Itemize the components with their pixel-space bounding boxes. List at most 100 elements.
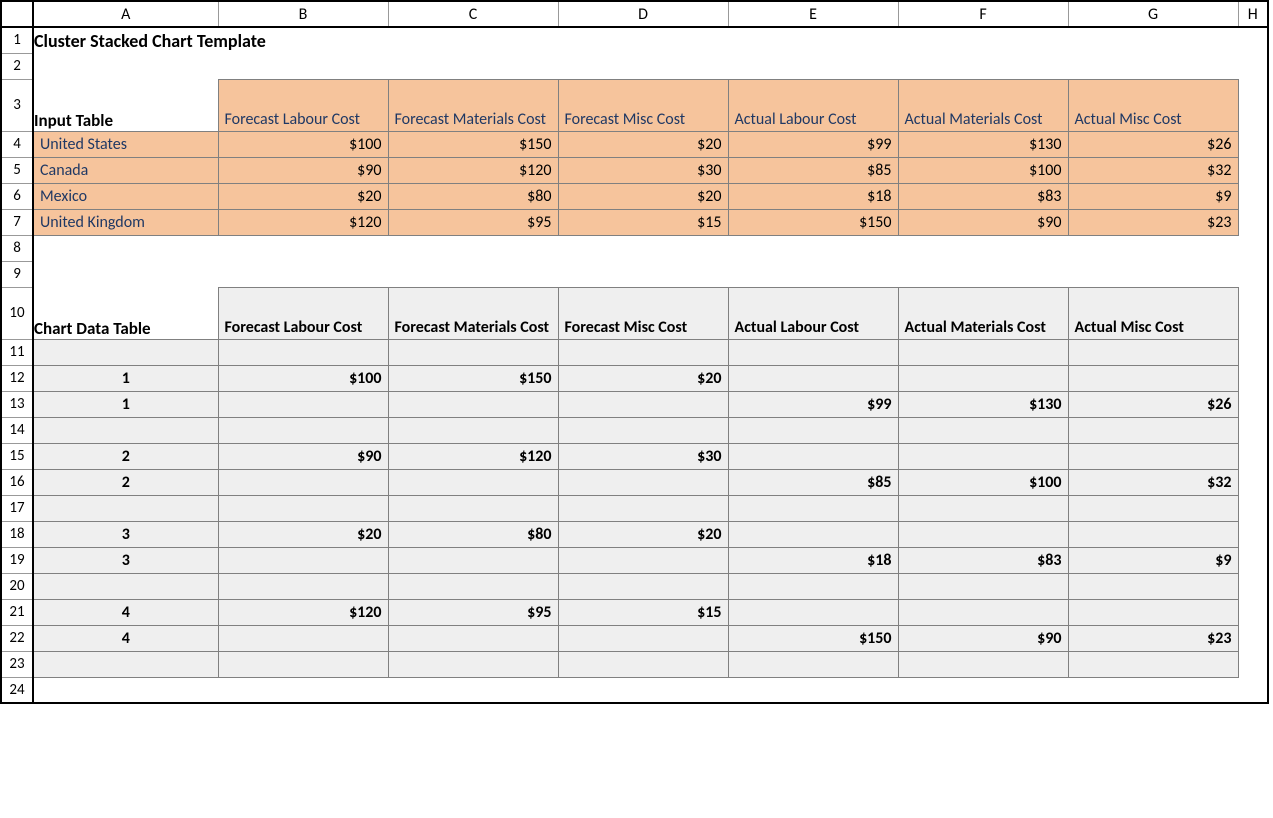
input-value[interactable]: $80 [388, 183, 558, 209]
row-header-16[interactable]: 16 [1, 469, 33, 495]
input-value[interactable]: $95 [388, 209, 558, 235]
chart-value[interactable] [388, 625, 558, 651]
row-header-23[interactable]: 23 [1, 651, 33, 677]
chart-value[interactable]: $100 [218, 365, 388, 391]
chart-value[interactable]: $90 [898, 625, 1068, 651]
chart-row-a[interactable]: 2 [33, 443, 218, 469]
chart-value[interactable]: $99 [728, 391, 898, 417]
chart-value[interactable]: $9 [1068, 547, 1238, 573]
chart-value[interactable] [1068, 443, 1238, 469]
input-value[interactable]: $9 [1068, 183, 1238, 209]
chart-value[interactable] [898, 339, 1068, 365]
input-value[interactable]: $20 [558, 131, 728, 157]
chart-value[interactable] [388, 547, 558, 573]
input-row-label[interactable]: United States [33, 131, 218, 157]
chart-value[interactable] [558, 547, 728, 573]
chart-row-a[interactable] [33, 417, 218, 443]
cell[interactable] [1238, 443, 1268, 469]
chart-value[interactable] [1068, 573, 1238, 599]
cell[interactable] [1238, 157, 1268, 183]
chart-value[interactable]: $150 [388, 365, 558, 391]
cell[interactable] [33, 677, 1268, 703]
chart-value[interactable] [728, 651, 898, 677]
chart-value[interactable] [1068, 521, 1238, 547]
chart-value[interactable] [1068, 495, 1238, 521]
chart-value[interactable] [898, 443, 1068, 469]
input-header[interactable]: Actual Misc Cost [1068, 79, 1238, 131]
chart-value[interactable] [388, 339, 558, 365]
chart-value[interactable] [728, 573, 898, 599]
chart-row-a[interactable] [33, 339, 218, 365]
input-value[interactable]: $30 [558, 157, 728, 183]
chart-row-a[interactable]: 3 [33, 547, 218, 573]
chart-value[interactable]: $26 [1068, 391, 1238, 417]
chart-value[interactable] [388, 573, 558, 599]
chart-value[interactable] [728, 443, 898, 469]
chart-value[interactable]: $30 [558, 443, 728, 469]
input-value[interactable]: $90 [898, 209, 1068, 235]
chart-value[interactable] [218, 339, 388, 365]
input-value[interactable]: $100 [218, 131, 388, 157]
chart-value[interactable]: $95 [388, 599, 558, 625]
chart-value[interactable] [558, 391, 728, 417]
input-table-label[interactable]: Input Table [33, 79, 218, 131]
chart-value[interactable]: $80 [388, 521, 558, 547]
chart-value[interactable] [558, 417, 728, 443]
col-header-D[interactable]: D [558, 1, 728, 27]
cell[interactable] [1238, 547, 1268, 573]
input-header[interactable]: Forecast Misc Cost [558, 79, 728, 131]
chart-value[interactable] [1068, 417, 1238, 443]
chart-row-a[interactable]: 4 [33, 625, 218, 651]
cell[interactable] [1238, 391, 1268, 417]
row-header-20[interactable]: 20 [1, 573, 33, 599]
cell[interactable] [1238, 417, 1268, 443]
input-row-label[interactable]: Canada [33, 157, 218, 183]
chart-row-a[interactable] [33, 651, 218, 677]
chart-table-label[interactable]: Chart Data Table [33, 287, 218, 339]
chart-row-a[interactable]: 1 [33, 391, 218, 417]
input-header[interactable]: Actual Materials Cost [898, 79, 1068, 131]
cell[interactable] [1238, 209, 1268, 235]
chart-value[interactable] [218, 651, 388, 677]
cell[interactable] [1238, 287, 1268, 339]
chart-value[interactable] [898, 365, 1068, 391]
chart-value[interactable] [388, 495, 558, 521]
chart-value[interactable]: $18 [728, 547, 898, 573]
cell[interactable] [1238, 573, 1268, 599]
cell[interactable] [33, 53, 1268, 79]
row-header-15[interactable]: 15 [1, 443, 33, 469]
input-value[interactable]: $18 [728, 183, 898, 209]
cell[interactable] [1238, 131, 1268, 157]
chart-value[interactable]: $120 [388, 443, 558, 469]
chart-value[interactable]: $130 [898, 391, 1068, 417]
spreadsheet[interactable]: A B C D E F G H 1 Cluster Stacked Chart … [0, 0, 1269, 704]
input-value[interactable]: $32 [1068, 157, 1238, 183]
chart-value[interactable] [728, 495, 898, 521]
input-value[interactable]: $120 [388, 157, 558, 183]
cell[interactable] [1238, 365, 1268, 391]
chart-value[interactable] [1068, 339, 1238, 365]
input-value[interactable]: $150 [388, 131, 558, 157]
row-header-11[interactable]: 11 [1, 339, 33, 365]
chart-value[interactable] [1068, 651, 1238, 677]
chart-row-a[interactable]: 2 [33, 469, 218, 495]
col-header-B[interactable]: B [218, 1, 388, 27]
row-header-21[interactable]: 21 [1, 599, 33, 625]
col-header-G[interactable]: G [1068, 1, 1238, 27]
chart-value[interactable] [388, 391, 558, 417]
input-header[interactable]: Forecast Materials Cost [388, 79, 558, 131]
chart-value[interactable] [898, 651, 1068, 677]
chart-value[interactable]: $90 [218, 443, 388, 469]
chart-value[interactable]: $20 [218, 521, 388, 547]
chart-value[interactable]: $120 [218, 599, 388, 625]
input-row-label[interactable]: Mexico [33, 183, 218, 209]
chart-value[interactable] [728, 521, 898, 547]
cell[interactable] [1238, 79, 1268, 131]
input-value[interactable]: $90 [218, 157, 388, 183]
chart-value[interactable] [558, 651, 728, 677]
chart-header[interactable]: Forecast Misc Cost [558, 287, 728, 339]
input-value[interactable]: $20 [218, 183, 388, 209]
chart-value[interactable]: $32 [1068, 469, 1238, 495]
chart-value[interactable] [728, 339, 898, 365]
chart-row-a[interactable]: 4 [33, 599, 218, 625]
